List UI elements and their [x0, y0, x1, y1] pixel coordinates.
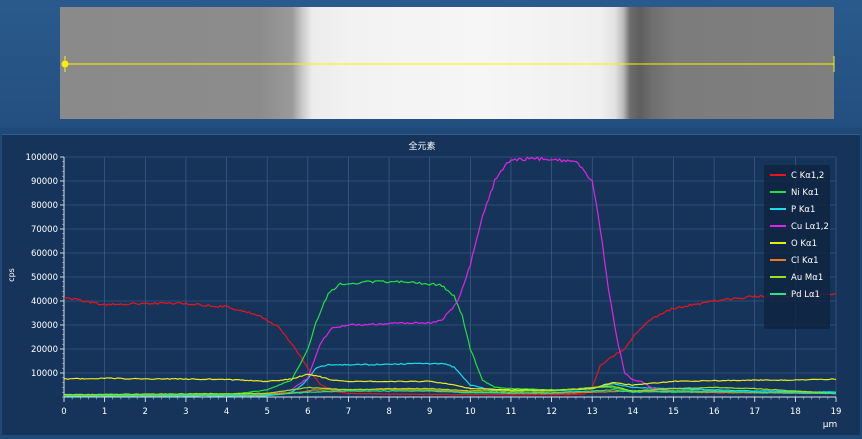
- y-tick-label: 10000: [31, 369, 58, 379]
- legend-label: O Kα1: [791, 239, 817, 249]
- plot-area: [63, 156, 837, 397]
- x-tick-label: 10: [465, 407, 476, 417]
- y-tick-label: 30000: [31, 321, 58, 331]
- y-tick-label: 80000: [31, 201, 58, 211]
- x-tick-label: 15: [668, 407, 679, 417]
- legend-label: C Kα1,2: [791, 171, 824, 181]
- x-tick-label: 18: [790, 407, 801, 417]
- x-tick-label: 0: [61, 407, 66, 417]
- x-tick-label: 3: [183, 407, 188, 417]
- x-tick-label: 12: [546, 407, 557, 417]
- line-chart: 全元素 cps μm 0 1 2 3 4 5 6 7 8 9 10 11 12 13 14 15 16 17 18 1…: [7, 140, 842, 430]
- legend-label: Pd Lα1: [791, 290, 820, 300]
- series-line: [63, 293, 837, 396]
- x-tick-label: 13: [587, 407, 598, 417]
- y-tick-label: 70000: [31, 225, 58, 235]
- legend-label: Au Mα1: [791, 273, 823, 283]
- y-tick-label: 40000: [31, 297, 58, 307]
- x-tick-label: 2: [143, 407, 148, 417]
- x-tick-label: 9: [427, 407, 432, 417]
- x-axis-label: μm: [823, 420, 838, 430]
- y-tick-label: 100000: [26, 153, 58, 163]
- chart-title: 全元素: [408, 140, 435, 152]
- image-panel: [0, 0, 862, 128]
- y-tick-label: 50000: [31, 273, 58, 283]
- legend-label: Ni Kα1: [791, 188, 819, 198]
- x-tick-label: 11: [506, 407, 517, 417]
- x-tick-label: 19: [831, 407, 842, 417]
- y-tick-label: 90000: [31, 177, 58, 187]
- axes: 0 1 2 3 4 5 6 7 8 9 10 11 12 13 14 15 16 17 18 191000020000…: [26, 153, 842, 417]
- series-line: [64, 156, 837, 396]
- legend: C Kα1,2 Ni Kα1 P Kα1 Cu Lα1,2 O Kα1 Cl Kα1 Au …: [764, 165, 830, 329]
- x-tick-label: 8: [386, 407, 391, 417]
- y-tick-label: 20000: [31, 345, 58, 355]
- legend-label: P Kα1: [791, 205, 815, 215]
- x-tick-label: 6: [305, 407, 310, 417]
- x-tick-label: 5: [264, 407, 269, 417]
- x-tick-label: 7: [346, 407, 351, 417]
- grid: [64, 156, 837, 397]
- legend-label: Cl Kα1: [791, 256, 819, 266]
- x-tick-label: 16: [709, 407, 720, 417]
- legend-label: Cu Lα1,2: [791, 222, 829, 232]
- x-tick-label: 1: [102, 407, 107, 417]
- chart-panel: 全元素 cps μm 0 1 2 3 4 5 6 7 8 9 10 11 12 13 14 15 16 17 18 1…: [2, 134, 860, 435]
- x-tick-label: 17: [749, 407, 760, 417]
- x-tick-label: 4: [224, 407, 229, 417]
- scan-line-start-handle[interactable]: [61, 60, 69, 68]
- y-axis-label: cps: [7, 268, 16, 282]
- x-tick-label: 14: [627, 407, 638, 417]
- scan-line-overlay: [61, 56, 835, 72]
- y-tick-label: 60000: [31, 249, 58, 259]
